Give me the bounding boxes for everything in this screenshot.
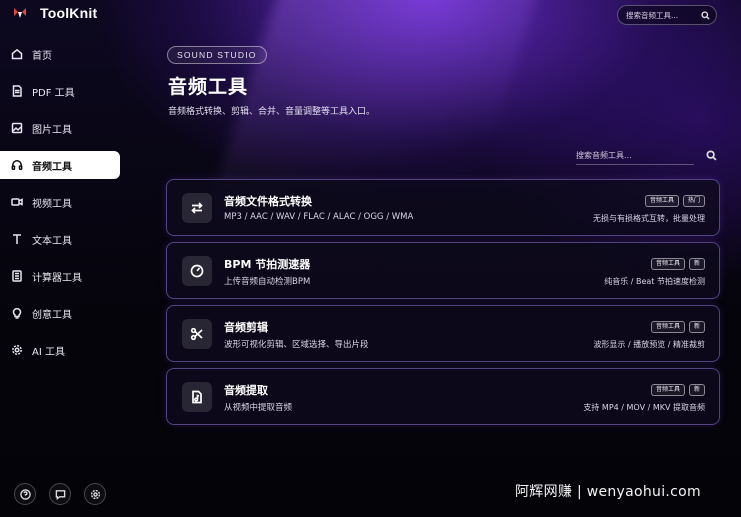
sidebar-item-ai[interactable]: AI 工具 [0,336,120,364]
sidebar-item-calculator[interactable]: 计算器工具 [0,262,120,290]
sidebar-item-label: PDF 工具 [32,87,75,99]
sidebar-item-video[interactable]: 视频工具 [0,188,120,216]
tag-category: 音频工具 [650,321,685,333]
sidebar-item-creative[interactable]: 创意工具 [0,299,120,327]
tool-card-audio-cut[interactable]: 音频剪辑 波形可视化剪辑、区域选择、导出片段 音频工具 新 波形显示 / 播放预… [166,305,720,362]
search-underline [576,164,694,165]
tool-meta: 纯音乐 / Beat 节拍速度检测 [604,277,705,286]
tool-tags: 音频工具 新 [650,321,705,333]
tool-subtitle: 从视频中提取音频 [224,403,293,413]
gear-icon [11,344,23,356]
sidebar-item-label: 首页 [32,50,52,62]
tool-subtitle: MP3 / AAC / WAV / FLAC / ALAC / OGG / WM… [224,212,414,222]
tool-meta: 支持 MP4 / MOV / MKV 提取音频 [583,403,705,412]
watermark-text: 阿辉网赚 | wenyaohui.com [515,484,701,500]
help-icon [19,488,31,500]
tool-tags: 音频工具 新 [650,258,705,270]
text-icon [11,233,23,245]
chat-button[interactable] [49,483,71,505]
sidebar-item-text[interactable]: 文本工具 [0,225,120,253]
headphones-icon [11,159,23,171]
sidebar-item-label: 计算器工具 [32,272,82,284]
image-icon [11,122,23,134]
tool-card-format-convert[interactable]: 音频文件格式转换 MP3 / AAC / WAV / FLAC / ALAC /… [166,179,720,236]
sidebar-footer [14,483,106,505]
settings-icon [90,489,100,499]
tag-status: 热门 [682,195,705,207]
tool-tags: 音频工具 新 [650,384,705,396]
tag-category: 音频工具 [644,195,679,207]
sidebar-item-label: 图片工具 [32,124,72,136]
swap-arrows-icon [191,202,203,214]
tag-status: 新 [688,321,705,333]
sidebar-nav: 首页 PDF 工具 图片工具 音频工具 视频工具 文本工具 计算器工具 创意工具… [0,40,120,373]
tool-search-input[interactable]: 搜索音频工具... [576,145,719,165]
tag-category: 音频工具 [650,258,685,270]
sidebar-item-label: 创意工具 [32,309,72,321]
sidebar-item-label: 音频工具 [32,161,72,173]
tool-subtitle: 上传音频自动检测BPM [224,277,311,287]
page-title: 音频工具 [168,76,249,98]
tool-meta: 波形显示 / 播放预览 / 精准裁剪 [593,340,705,349]
tool-card-audio-extract[interactable]: 音频提取 从视频中提取音频 音频工具 新 支持 MP4 / MOV / MKV … [166,368,720,425]
tool-title: 音频提取 [224,384,268,397]
tag-category: 音频工具 [650,384,685,396]
calculator-icon [11,270,23,282]
sidebar-item-image[interactable]: 图片工具 [0,114,120,142]
global-search-placeholder: 搜索音频工具... [626,10,679,20]
app-name: ToolKnit [40,5,98,21]
global-search-input[interactable]: 搜索音频工具... [617,5,717,25]
tool-icon-box [182,256,212,286]
settings-button[interactable] [84,483,106,505]
tool-title: 音频剪辑 [224,321,268,334]
tag-status: 新 [688,384,705,396]
search-icon[interactable] [706,149,717,161]
tool-icon-box [182,319,212,349]
help-button[interactable] [14,483,36,505]
tool-icon-box [182,382,212,412]
tool-list: 音频文件格式转换 MP3 / AAC / WAV / FLAC / ALAC /… [166,179,720,431]
tool-search-placeholder: 搜索音频工具... [576,150,632,160]
tool-icon-box [182,193,212,223]
sidebar: ToolKnit 首页 PDF 工具 图片工具 音频工具 视频工具 文本工具 计… [0,0,130,517]
scissors-icon [190,327,203,341]
gauge-icon [190,264,204,278]
app-logo[interactable]: ToolKnit [12,5,97,21]
tool-meta: 无损与有损格式互转，批量处理 [593,214,705,223]
bulb-icon [11,307,23,319]
document-icon [11,85,23,97]
logo-icon [12,5,28,21]
sidebar-item-label: 视频工具 [32,198,72,210]
tool-title: 音频文件格式转换 [224,195,312,208]
sidebar-item-home[interactable]: 首页 [0,40,120,68]
sidebar-item-audio[interactable]: 音频工具 [0,151,120,179]
tag-status: 新 [688,258,705,270]
page-description: 音频格式转换、剪辑、合并、音量调整等工具入口。 [168,107,376,117]
tool-subtitle: 波形可视化剪辑、区域选择、导出片段 [224,340,369,350]
search-icon[interactable] [701,10,710,20]
chat-icon [55,489,65,500]
tool-card-bpm[interactable]: BPM 节拍测速器 上传音频自动检测BPM 音频工具 新 纯音乐 / Beat … [166,242,720,299]
sidebar-item-label: AI 工具 [32,346,65,358]
sidebar-item-label: 文本工具 [32,235,72,247]
sidebar-item-pdf[interactable]: PDF 工具 [0,77,120,105]
video-icon [11,196,23,208]
section-badge: SOUND STUDIO [167,46,267,64]
tool-tags: 音频工具 热门 [644,195,705,207]
audio-file-icon [192,390,202,404]
tool-title: BPM 节拍测速器 [224,258,311,271]
home-icon [11,48,23,60]
